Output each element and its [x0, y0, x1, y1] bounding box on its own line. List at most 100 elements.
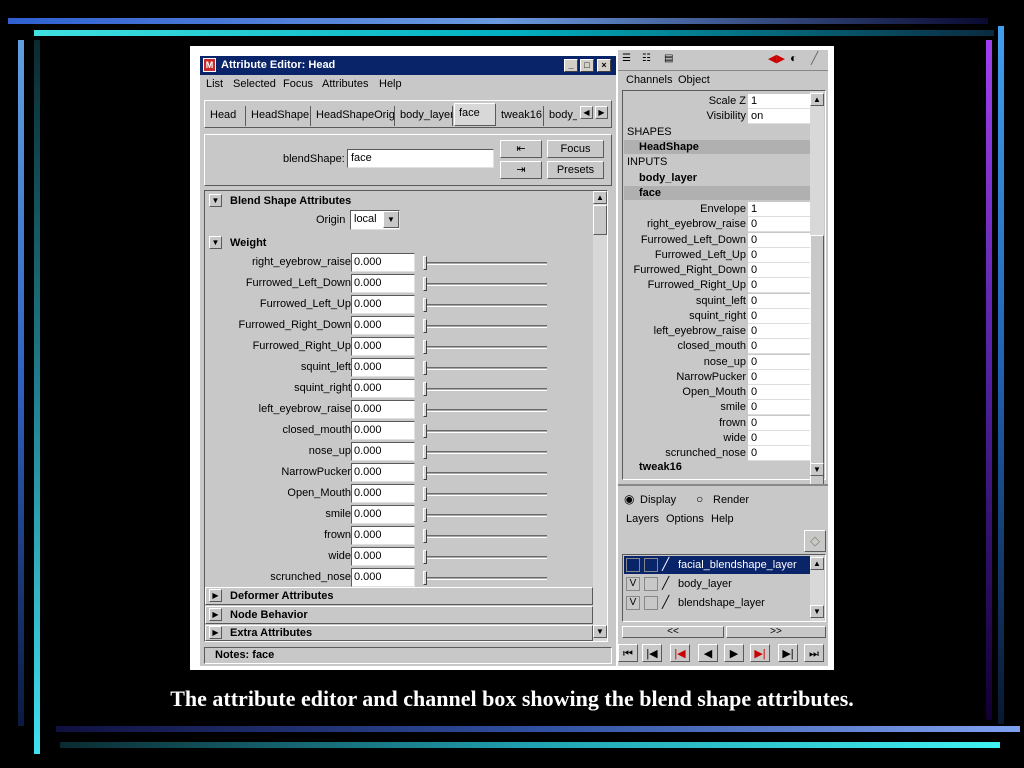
prev-layer-button[interactable]: <<: [622, 626, 724, 638]
layer-visibility-toggle[interactable]: V: [626, 577, 640, 591]
layer-scrollbar[interactable]: ▲ ▼: [810, 555, 824, 621]
layer-color-icon[interactable]: ╱: [662, 595, 669, 609]
step-back-key-icon[interactable]: |◀: [642, 644, 662, 662]
weight-value-field[interactable]: 0.000: [351, 253, 415, 272]
channel-value[interactable]: 0: [748, 263, 810, 278]
channel-row-visibility[interactable]: Visibility on: [622, 109, 810, 124]
channel-value[interactable]: 0: [748, 278, 810, 294]
input-body-layer[interactable]: body_layer: [639, 172, 697, 184]
weight-slider-track[interactable]: [423, 367, 547, 370]
weight-slider-track[interactable]: [423, 262, 547, 265]
channel-scroll-thumb[interactable]: [810, 235, 824, 485]
weight-slider-thumb[interactable]: [423, 571, 427, 585]
layer-scroll-down-icon[interactable]: ▼: [810, 605, 824, 618]
section-deformer[interactable]: Deformer Attributes: [230, 590, 334, 602]
weight-value-field[interactable]: 0.000: [351, 400, 415, 419]
layer-type-toggle[interactable]: [644, 596, 658, 610]
weight-slider-thumb[interactable]: [423, 361, 427, 375]
tab-tweak16[interactable]: tweak16: [497, 106, 544, 126]
weight-slider-thumb[interactable]: [423, 466, 427, 480]
weight-slider-thumb[interactable]: [423, 508, 427, 522]
expand-extra-icon[interactable]: ▶: [209, 626, 222, 639]
step-forward-frame-icon[interactable]: ▶|: [750, 644, 770, 662]
weight-slider-thumb[interactable]: [423, 403, 427, 417]
channel-value[interactable]: 0: [748, 339, 810, 355]
layer-visibility-toggle[interactable]: [626, 558, 640, 572]
section-blend-shape[interactable]: Blend Shape Attributes: [230, 195, 351, 207]
origin-dropdown[interactable]: local ▼: [350, 210, 400, 230]
weight-slider-track[interactable]: [423, 409, 547, 412]
layer-scroll-up-icon[interactable]: ▲: [810, 557, 824, 570]
copy-tab-icon[interactable]: ⇥: [500, 161, 542, 179]
expand-node-icon[interactable]: ▶: [209, 608, 222, 621]
weight-slider-thumb[interactable]: [423, 424, 427, 438]
weight-value-field[interactable]: 0.000: [351, 337, 415, 356]
weight-value-field[interactable]: 0.000: [351, 505, 415, 524]
layer-type-toggle[interactable]: [644, 577, 658, 591]
section-extra[interactable]: Extra Attributes: [230, 627, 312, 639]
weight-value-field[interactable]: 0.000: [351, 526, 415, 545]
tab-headshape[interactable]: HeadShape: [247, 106, 311, 126]
weight-value-field[interactable]: 0.000: [351, 547, 415, 566]
tab-face[interactable]: face: [454, 103, 496, 126]
channel-scroll-down-icon[interactable]: ▼: [810, 463, 824, 476]
channel-value[interactable]: 0: [748, 293, 810, 309]
scroll-thumb[interactable]: [593, 205, 607, 235]
render-radio-icon[interactable]: ○: [696, 492, 703, 506]
weight-slider-thumb[interactable]: [423, 529, 427, 543]
channel-scroll-up-icon[interactable]: ▲: [810, 93, 824, 106]
weight-slider-thumb[interactable]: [423, 319, 427, 333]
weight-slider-thumb[interactable]: [423, 550, 427, 564]
shape-name[interactable]: HeadShape: [639, 141, 699, 153]
channel-row-nose-up[interactable]: nose_up 0: [622, 354, 810, 370]
channel-value[interactable]: 1: [748, 94, 810, 109]
channel-value[interactable]: 0: [748, 430, 810, 446]
weight-value-field[interactable]: 0.000: [351, 421, 415, 440]
channel-row-open-mouth[interactable]: Open_Mouth 0: [622, 385, 810, 400]
tab-head[interactable]: Head: [206, 106, 246, 126]
layer-row-blendshape-layer[interactable]: V ╱ blendshape_layer: [624, 594, 810, 612]
minimize-icon[interactable]: _: [564, 59, 578, 72]
channel-row-wide[interactable]: wide 0: [622, 430, 810, 446]
channel-value[interactable]: 0: [748, 446, 810, 461]
channel-value[interactable]: 0: [748, 247, 810, 263]
weight-slider-track[interactable]: [423, 535, 547, 538]
weight-slider-thumb[interactable]: [423, 382, 427, 396]
next-layer-button[interactable]: >>: [726, 626, 826, 638]
go-to-start-icon[interactable]: ⏮: [618, 644, 638, 662]
weight-slider-track[interactable]: [423, 325, 547, 328]
layer-type-toggle[interactable]: [644, 558, 658, 572]
weight-slider-thumb[interactable]: [423, 340, 427, 354]
channel-value[interactable]: 0: [748, 232, 810, 248]
weight-value-field[interactable]: 0.000: [351, 295, 415, 314]
weight-slider-track[interactable]: [423, 472, 547, 475]
pin-icon[interactable]: ╱: [811, 51, 818, 65]
weight-slider-track[interactable]: [423, 283, 547, 286]
new-layer-icon[interactable]: ◇: [804, 530, 826, 552]
channel-row-scrunched-nose[interactable]: scrunched_nose 0: [622, 446, 810, 461]
weight-value-field[interactable]: 0.000: [351, 442, 415, 461]
channel-row-furrowed-left-down[interactable]: Furrowed_Left_Down 0: [622, 232, 810, 248]
weight-value-field[interactable]: 0.000: [351, 358, 415, 377]
weight-slider-thumb[interactable]: [423, 256, 427, 270]
step-forward-key-icon[interactable]: ▶|: [778, 644, 798, 662]
play-backward-icon[interactable]: ◀: [698, 644, 718, 662]
channel-layout-icon[interactable]: ☰: [622, 53, 631, 64]
weight-value-field[interactable]: 0.000: [351, 484, 415, 503]
close-icon[interactable]: ×: [597, 59, 611, 72]
weight-slider-track[interactable]: [423, 451, 547, 454]
layer-visibility-toggle[interactable]: V: [626, 596, 640, 610]
attribute-layout-icon[interactable]: ☷: [642, 53, 651, 64]
channel-value[interactable]: 0: [748, 385, 810, 400]
weight-slider-track[interactable]: [423, 514, 547, 517]
layer-color-icon[interactable]: ╱: [662, 576, 669, 590]
input-face[interactable]: face: [639, 187, 661, 199]
weight-slider-thumb[interactable]: [423, 445, 427, 459]
channel-row-right-eyebrow-raise[interactable]: right_eyebrow_raise 0: [622, 217, 810, 233]
weight-slider-track[interactable]: [423, 577, 547, 580]
vertical-scrollbar[interactable]: ▲ ▼: [593, 191, 607, 641]
combined-layout-icon[interactable]: ▤: [664, 53, 673, 64]
scroll-down-icon[interactable]: ▼: [593, 625, 607, 638]
channel-row-squint-left[interactable]: squint_left 0: [622, 293, 810, 309]
menu-options[interactable]: Options: [666, 513, 704, 525]
